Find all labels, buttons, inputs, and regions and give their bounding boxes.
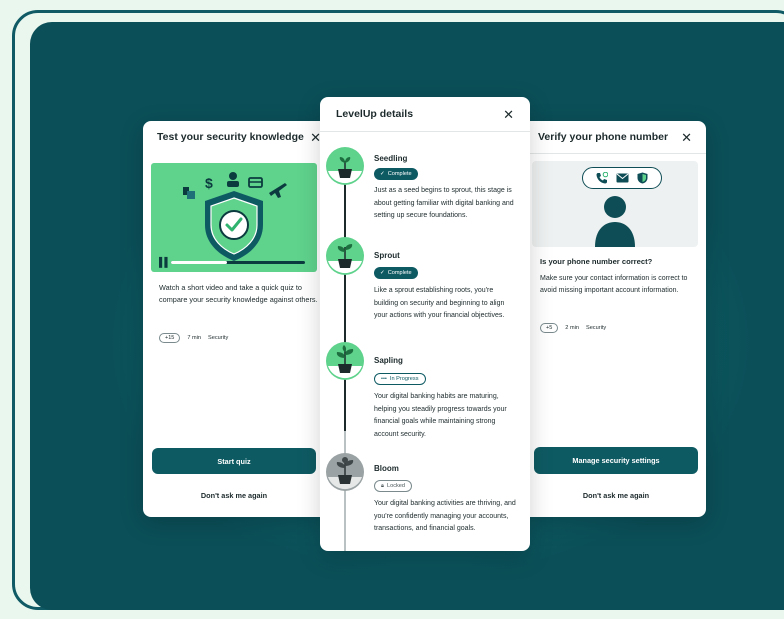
question-title: Is your phone number correct? [540,257,653,266]
svg-text:$: $ [205,175,213,191]
quiz-meta: +15 7 min Security [159,333,228,343]
close-icon[interactable]: ✕ [681,131,692,144]
timeline-line-pending [344,431,346,551]
envelope-icon [616,173,629,183]
shield-icon [637,172,648,184]
dont-ask-again-link[interactable]: Don't ask me again [152,488,316,502]
status-badge: ✓ Complete [374,168,418,180]
duration-text: 2 min [565,325,579,331]
card-title: Verify your phone number [538,131,669,143]
points-badge: +5 [540,323,559,333]
stage-description: Your digital banking activities are thri… [374,500,516,533]
pause-icon[interactable]: ▌▌ [159,257,171,267]
status-badge: 🔒︎ Locked [374,480,413,492]
stage-description: Just as a seed begins to sprout, this st… [374,187,514,220]
sapling-icon [326,342,364,380]
status-text: Locked [386,483,406,489]
levelup-details-panel: LevelUp details ✕ Seedling ✓ Complete Jus… [320,97,530,551]
status-text: Complete [387,171,412,177]
status-text: In Progress [389,376,419,382]
sprout-icon [326,237,364,275]
check-icon: ✓ [380,270,385,276]
contact-methods-pill [582,167,662,189]
dots-icon: ••• [381,376,387,382]
verify-description: Make sure your contact information is co… [540,275,688,294]
timeline-line-complete [344,169,346,431]
contact-illustration [532,161,698,247]
verify-meta: +5 2 min Security [540,323,606,333]
category-text: Security [208,335,229,341]
shield-illustration: $ [183,172,287,261]
video-player[interactable]: $ ▌▌ [151,163,317,272]
status-badge: ✓ Complete [374,267,418,279]
video-progress-bar[interactable] [171,261,305,264]
person-icon [595,196,635,247]
bloom-icon [326,453,364,491]
header-divider [522,153,706,154]
category-text: Security [585,325,607,331]
card-header: Verify your phone number ✕ [522,121,706,153]
security-quiz-card: Test your security knowledge ✕ $ ▌▌ Watc… [143,121,335,517]
stage-description: Like a sprout establishing roots, you're… [374,287,505,320]
card-title: LevelUp details [336,108,414,120]
dont-ask-again-link[interactable]: Don't ask me again [534,488,698,502]
card-header: Test your security knowledge ✕ [143,121,335,153]
stage-name: Sapling [374,356,403,365]
stage-name: Bloom [374,464,399,473]
card-title: Test your security knowledge [157,131,304,143]
seedling-icon [326,147,364,185]
duration-text: 7 min [187,335,202,341]
close-icon[interactable]: ✕ [503,108,514,121]
stage-name: Seedling [374,154,408,163]
points-badge: +15 [159,333,181,343]
verify-phone-card: Verify your phone number ✕ Is your phone… [522,121,706,517]
status-text: Complete [387,270,412,276]
lock-icon: 🔒︎ [381,482,384,489]
start-quiz-button[interactable]: Start quiz [152,448,316,474]
header-divider [320,131,530,132]
stage-name: Sprout [374,251,400,260]
manage-security-settings-button[interactable]: Manage security settings [534,447,698,474]
phone-icon [596,172,608,184]
card-header: LevelUp details ✕ [320,97,530,131]
quiz-description: Watch a short video and take a quick qui… [159,283,318,304]
video-progress-fill [171,261,228,264]
stage-description: Your digital banking habits are maturing… [374,393,507,438]
status-badge: ••• In Progress [374,373,426,385]
check-icon: ✓ [380,171,385,177]
